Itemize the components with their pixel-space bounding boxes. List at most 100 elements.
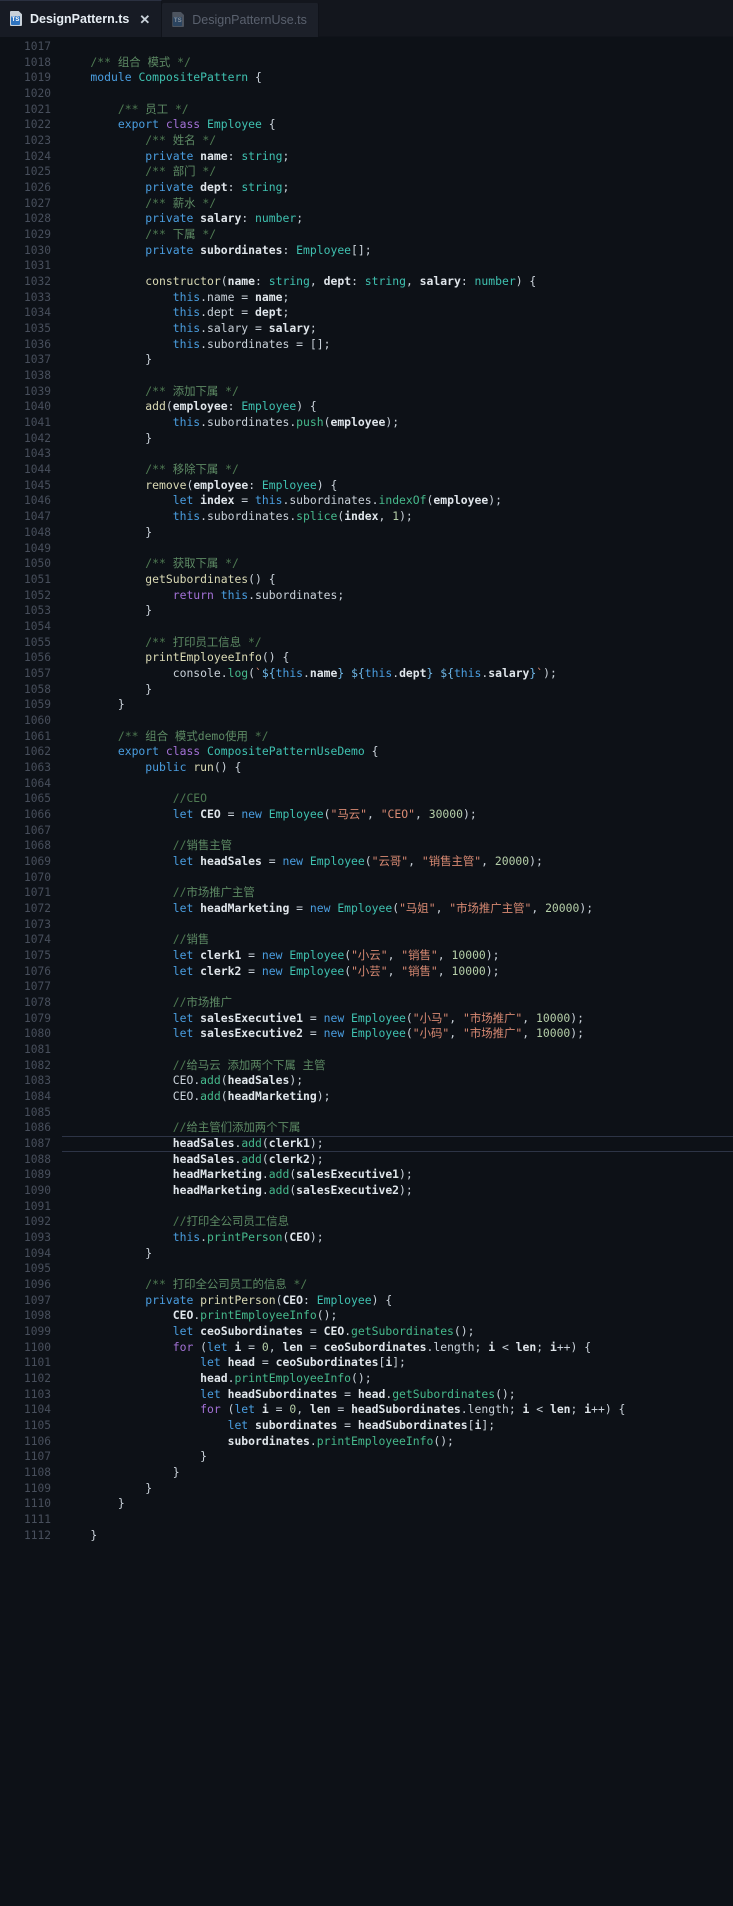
code-line[interactable]: 1072 let headMarketing = new Employee("马… — [0, 901, 733, 917]
code-line[interactable]: 1026 private dept: string; — [0, 180, 733, 196]
code-line[interactable]: 1055 /** 打印员工信息 */ — [0, 635, 733, 651]
code-line[interactable]: 1103 let headSubordinates = head.getSubo… — [0, 1387, 733, 1403]
code-line[interactable]: 1044 /** 移除下属 */ — [0, 462, 733, 478]
code-line[interactable]: 1090 headMarketing.add(salesExecutive2); — [0, 1183, 733, 1199]
code-line[interactable]: 1107 } — [0, 1449, 733, 1465]
code-line[interactable]: 1043 — [0, 446, 733, 462]
code-line[interactable]: 1042 } — [0, 431, 733, 447]
code-line[interactable]: 1067 — [0, 823, 733, 839]
code-line[interactable]: 1034 this.dept = dept; — [0, 305, 733, 321]
code-line[interactable]: 1066 let CEO = new Employee("马云", "CEO",… — [0, 807, 733, 823]
code-line[interactable]: 1083 CEO.add(headSales); — [0, 1073, 733, 1089]
code-line[interactable]: 1109 } — [0, 1481, 733, 1497]
code-line[interactable]: 1057 console.log(`${this.name} ${this.de… — [0, 666, 733, 682]
code-line[interactable]: 1082 //给马云 添加两个下属 主管 — [0, 1058, 733, 1074]
code-line[interactable]: 1076 let clerk2 = new Employee("小芸", "销售… — [0, 964, 733, 980]
code-line[interactable]: 1019 module CompositePattern { — [0, 70, 733, 86]
code-line[interactable]: 1061 /** 组合 模式demo使用 */ — [0, 729, 733, 745]
code-line[interactable]: 1054 — [0, 619, 733, 635]
code-line[interactable]: 1092 //打印全公司员工信息 — [0, 1214, 733, 1230]
code-editor[interactable]: 1017 1018 /** 组合 模式 */1019 module Composi… — [0, 37, 733, 1906]
code-line[interactable]: 1029 /** 下属 */ — [0, 227, 733, 243]
code-line[interactable]: 1079 let salesExecutive1 = new Employee(… — [0, 1011, 733, 1027]
code-line[interactable]: 1111 — [0, 1512, 733, 1528]
code-line[interactable]: 1039 /** 添加下属 */ — [0, 384, 733, 400]
code-line[interactable]: 1086 //给主管们添加两个下属 — [0, 1120, 733, 1136]
code-line[interactable]: 1106 subordinates.printEmployeeInfo(); — [0, 1434, 733, 1450]
code-line[interactable]: 1105 let subordinates = headSubordinates… — [0, 1418, 733, 1434]
code-line[interactable]: 1101 let head = ceoSubordinates[i]; — [0, 1355, 733, 1371]
code-line[interactable]: 1071 //市场推广主管 — [0, 885, 733, 901]
code-line[interactable]: 1100 for (let i = 0, len = ceoSubordinat… — [0, 1340, 733, 1356]
code-line[interactable]: 1028 private salary: number; — [0, 211, 733, 227]
code-line[interactable]: 1024 private name: string; — [0, 149, 733, 165]
code-line[interactable]: 1063 public run() { — [0, 760, 733, 776]
code-line[interactable]: 1051 getSubordinates() { — [0, 572, 733, 588]
code-line[interactable]: 1045 remove(employee: Employee) { — [0, 478, 733, 494]
code-line[interactable]: 1104 for (let i = 0, len = headSubordina… — [0, 1402, 733, 1418]
code-line[interactable]: 1088 headSales.add(clerk2); — [0, 1152, 733, 1168]
code-line[interactable]: 1060 — [0, 713, 733, 729]
code-line[interactable]: 1052 return this.subordinates; — [0, 588, 733, 604]
code-line[interactable]: 1047 this.subordinates.splice(index, 1); — [0, 509, 733, 525]
code-line[interactable]: 1094 } — [0, 1246, 733, 1262]
code-line[interactable]: 1102 head.printEmployeeInfo(); — [0, 1371, 733, 1387]
code-line[interactable]: 1020 — [0, 86, 733, 102]
code-line[interactable]: 1064 — [0, 776, 733, 792]
code-line[interactable]: 1040 add(employee: Employee) { — [0, 399, 733, 415]
code-line[interactable]: 1065 //CEO — [0, 791, 733, 807]
code-line[interactable]: 1098 CEO.printEmployeeInfo(); — [0, 1308, 733, 1324]
code-line[interactable]: 1084 CEO.add(headMarketing); — [0, 1089, 733, 1105]
code-line[interactable]: 1091 — [0, 1199, 733, 1215]
code-line[interactable]: 1049 — [0, 541, 733, 557]
code-line[interactable]: 1073 — [0, 917, 733, 933]
code-line[interactable]: 1075 let clerk1 = new Employee("小云", "销售… — [0, 948, 733, 964]
code-line[interactable]: 1021 /** 员工 */ — [0, 102, 733, 118]
code-line[interactable]: 1048 } — [0, 525, 733, 541]
code-line[interactable]: 1027 /** 薪水 */ — [0, 196, 733, 212]
code-line[interactable]: 1093 this.printPerson(CEO); — [0, 1230, 733, 1246]
tab-design-pattern-use-ts[interactable]: TS DesignPatternUse.ts — [162, 3, 319, 37]
code-line[interactable]: 1069 let headSales = new Employee("云哥", … — [0, 854, 733, 870]
code-line[interactable]: 1056 printEmployeeInfo() { — [0, 650, 733, 666]
code-line[interactable]: 1031 — [0, 258, 733, 274]
code-line[interactable]: 1033 this.name = name; — [0, 290, 733, 306]
close-icon[interactable]: ✕ — [139, 13, 150, 26]
code-line[interactable]: 1080 let salesExecutive2 = new Employee(… — [0, 1026, 733, 1042]
code-line[interactable]: 1112 } — [0, 1528, 733, 1544]
code-line[interactable]: 1081 — [0, 1042, 733, 1058]
code-line[interactable]: 1062 export class CompositePatternUseDem… — [0, 744, 733, 760]
code-line[interactable]: 1108 } — [0, 1465, 733, 1481]
code-line[interactable]: 1017 — [0, 39, 733, 55]
tab-design-pattern-ts[interactable]: TS DesignPattern.ts ✕ — [0, 0, 163, 37]
code-line[interactable]: 1032 constructor(name: string, dept: str… — [0, 274, 733, 290]
code-line[interactable]: 1085 — [0, 1105, 733, 1121]
code-line[interactable]: 1050 /** 获取下属 */ — [0, 556, 733, 572]
code-line[interactable]: 1110 } — [0, 1496, 733, 1512]
code-line[interactable]: 1036 this.subordinates = []; — [0, 337, 733, 353]
code-line[interactable]: 1018 /** 组合 模式 */ — [0, 55, 733, 71]
code-line[interactable]: 1022 export class Employee { — [0, 117, 733, 133]
code-line[interactable]: 1037 } — [0, 352, 733, 368]
code-line[interactable]: 1078 //市场推广 — [0, 995, 733, 1011]
code-line[interactable]: 1077 — [0, 979, 733, 995]
code-line[interactable]: 1087 headSales.add(clerk1); — [0, 1136, 733, 1152]
code-line[interactable]: 1030 private subordinates: Employee[]; — [0, 243, 733, 259]
code-line[interactable]: 1099 let ceoSubordinates = CEO.getSubord… — [0, 1324, 733, 1340]
code-line[interactable]: 1046 let index = this.subordinates.index… — [0, 493, 733, 509]
code-line[interactable]: 1059 } — [0, 697, 733, 713]
code-line[interactable]: 1038 — [0, 368, 733, 384]
code-line[interactable]: 1068 //销售主管 — [0, 838, 733, 854]
code-line[interactable]: 1089 headMarketing.add(salesExecutive1); — [0, 1167, 733, 1183]
code-line[interactable]: 1025 /** 部门 */ — [0, 164, 733, 180]
code-line[interactable]: 1041 this.subordinates.push(employee); — [0, 415, 733, 431]
code-line[interactable]: 1053 } — [0, 603, 733, 619]
code-line[interactable]: 1097 private printPerson(CEO: Employee) … — [0, 1293, 733, 1309]
code-line[interactable]: 1070 — [0, 870, 733, 886]
code-line[interactable]: 1095 — [0, 1261, 733, 1277]
code-line[interactable]: 1096 /** 打印全公司员工的信息 */ — [0, 1277, 733, 1293]
code-line[interactable]: 1058 } — [0, 682, 733, 698]
code-line[interactable]: 1035 this.salary = salary; — [0, 321, 733, 337]
code-line[interactable]: 1023 /** 姓名 */ — [0, 133, 733, 149]
code-line[interactable]: 1074 //销售 — [0, 932, 733, 948]
